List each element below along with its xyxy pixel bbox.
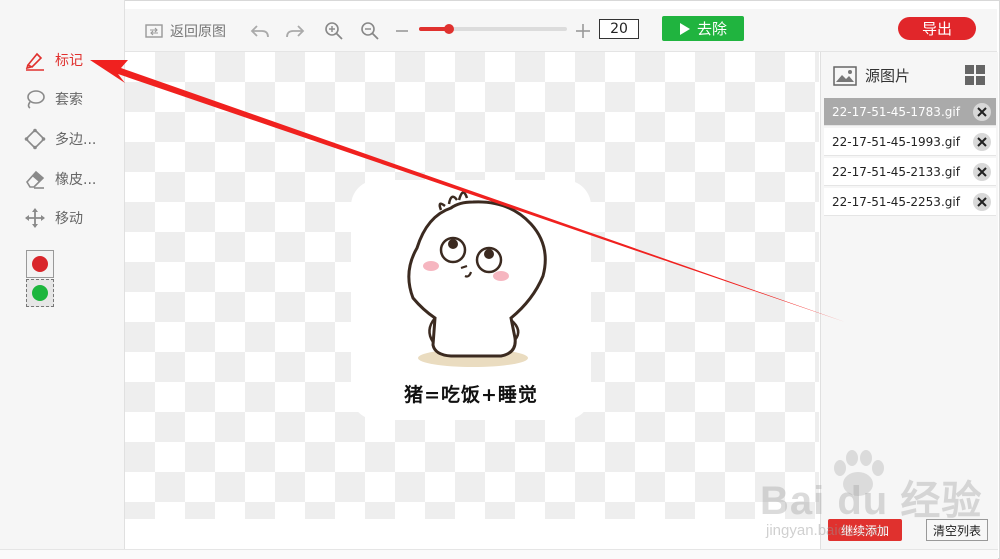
- remove-file-button[interactable]: [973, 103, 991, 121]
- tool-eraser[interactable]: 橡皮...: [24, 167, 96, 191]
- zoom-slider-handle[interactable]: [443, 24, 454, 34]
- file-list-item[interactable]: 22-17-51-45-1993.gif: [824, 128, 996, 156]
- bun-character-image: [407, 191, 547, 367]
- close-icon: [977, 137, 987, 147]
- remove-file-button[interactable]: [973, 193, 991, 211]
- toolbar: 返回原图 20 去除 导出: [125, 9, 997, 52]
- tool-panel: 标记 套索 多边... 橡皮... 移动: [0, 0, 125, 549]
- file-name: 22-17-51-45-2253.gif: [832, 194, 960, 209]
- restore-label: 返回原图: [170, 24, 226, 40]
- plus-icon[interactable]: [572, 20, 594, 42]
- sticker-image: 猪=吃饭+睡觉: [351, 180, 591, 420]
- close-icon: [977, 167, 987, 177]
- color-swatch-red[interactable]: [26, 250, 54, 278]
- color-swatch-green[interactable]: [26, 279, 54, 307]
- move-icon: [25, 208, 45, 228]
- marker-pen-icon: [25, 52, 44, 71]
- panel-title-text: 源图片: [865, 67, 911, 85]
- green-dot: [32, 285, 48, 301]
- remove-file-button[interactable]: [973, 133, 991, 151]
- undo-icon[interactable]: [249, 20, 271, 42]
- play-icon: [679, 22, 690, 35]
- file-name: 22-17-51-45-2133.gif: [832, 164, 960, 179]
- image-canvas[interactable]: 猪=吃饭+睡觉: [125, 52, 819, 519]
- remove-label: 去除: [696, 20, 727, 38]
- polygon-icon: [24, 128, 46, 150]
- eraser-icon: [26, 170, 45, 189]
- source-image-panel: 源图片 22-17-51-45-1783.gif 22-17-51-45-199…: [820, 52, 998, 549]
- tool-lasso[interactable]: 套索: [24, 87, 83, 111]
- tool-polygon[interactable]: 多边...: [24, 127, 96, 151]
- continue-add-button[interactable]: 继续添加: [828, 519, 902, 541]
- restore-original-button[interactable]: 返回原图: [145, 21, 226, 41]
- sticker-caption: 猪=吃饭+睡觉: [404, 384, 538, 406]
- file-list-item[interactable]: 22-17-51-45-2133.gif: [824, 158, 996, 186]
- lasso-icon: [27, 90, 45, 109]
- tool-marker[interactable]: 标记: [24, 48, 83, 72]
- clear-list-button[interactable]: 清空列表: [926, 519, 988, 541]
- zoom-out-icon[interactable]: [359, 20, 381, 42]
- tool-label: 移动: [55, 211, 83, 227]
- tool-label: 标记: [55, 53, 83, 69]
- red-dot: [32, 256, 48, 272]
- minus-icon[interactable]: [391, 20, 413, 42]
- tool-label: 多边...: [55, 132, 97, 148]
- zoom-slider[interactable]: [419, 24, 567, 34]
- file-list-item[interactable]: 22-17-51-45-1783.gif: [824, 98, 996, 126]
- close-icon: [977, 107, 987, 117]
- tool-label: 橡皮...: [55, 172, 97, 188]
- zoom-value-input[interactable]: 20: [599, 19, 639, 39]
- panel-title: 源图片: [833, 65, 910, 86]
- status-strip: [0, 549, 998, 559]
- export-button[interactable]: 导出: [898, 17, 976, 40]
- grid-view-icon[interactable]: [964, 64, 986, 86]
- tool-move[interactable]: 移动: [24, 206, 83, 230]
- restore-icon: [145, 24, 163, 38]
- file-list-item[interactable]: 22-17-51-45-2253.gif: [824, 188, 996, 216]
- file-name: 22-17-51-45-1783.gif: [832, 104, 960, 119]
- close-icon: [977, 197, 987, 207]
- file-name: 22-17-51-45-1993.gif: [832, 134, 960, 149]
- remove-file-button[interactable]: [973, 163, 991, 181]
- remove-button[interactable]: 去除: [662, 16, 744, 41]
- zoom-in-icon[interactable]: [323, 20, 345, 42]
- redo-icon[interactable]: [284, 20, 306, 42]
- tool-label: 套索: [55, 92, 83, 108]
- image-icon: [833, 65, 857, 86]
